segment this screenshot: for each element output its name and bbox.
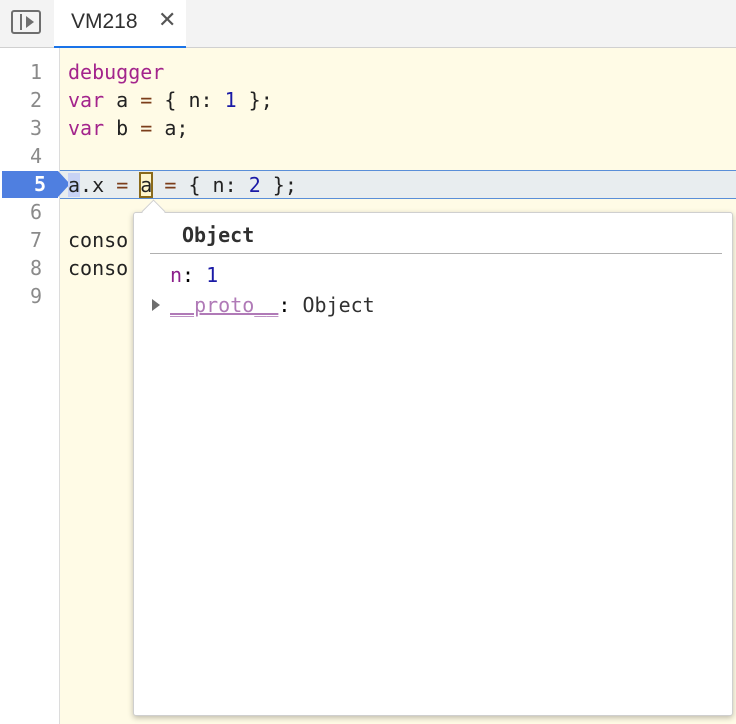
keyword-debugger: debugger: [68, 60, 165, 84]
expand-arrow-icon[interactable]: [152, 299, 160, 311]
operator-assign: =: [140, 116, 153, 140]
code-line-8: conso: [68, 256, 129, 280]
close-icon[interactable]: ✕: [158, 8, 176, 32]
popover-divider: [150, 253, 722, 254]
line-number-7[interactable]: 7: [30, 226, 42, 254]
keyword-var: var: [68, 88, 105, 112]
tab-vm218[interactable]: VM218 ✕: [54, 0, 186, 48]
code-line-1: debugger: [68, 58, 164, 86]
editor-tab-bar: VM218 ✕: [0, 0, 736, 48]
property-separator: :: [278, 293, 303, 317]
property-value: Object: [302, 293, 375, 317]
property-value: 1: [206, 263, 219, 287]
line-number-4[interactable]: 4: [30, 142, 42, 170]
object-preview-popover: Object n: 1 __proto__: Object: [133, 212, 733, 716]
line-number-3[interactable]: 3: [30, 114, 42, 142]
object-close: };: [248, 88, 273, 112]
toggle-navigator-bar: [20, 14, 22, 30]
number-literal: 1: [224, 88, 237, 112]
line-number-8[interactable]: 8: [30, 254, 42, 282]
code-line-5: a.x = a = { n: 2 };: [68, 171, 297, 199]
number-literal: 2: [248, 173, 261, 197]
line-number-2[interactable]: 2: [30, 86, 42, 114]
object-close: };: [272, 173, 297, 197]
code-line-3: var b = a;: [68, 114, 188, 142]
line-number-5: 5: [33, 172, 46, 196]
property-row-proto[interactable]: __proto__: Object: [170, 291, 375, 319]
property-separator: :: [182, 263, 207, 287]
code-line-2: var a = { n: 1 };: [68, 86, 273, 114]
tab-label: VM218: [71, 10, 138, 33]
line-number-1[interactable]: 1: [30, 58, 42, 86]
object-open: { n:: [164, 88, 213, 112]
line-number-9[interactable]: 9: [30, 282, 42, 310]
identifier-a: a: [116, 88, 129, 112]
operator-assign: =: [116, 173, 129, 197]
identifier-a-selected[interactable]: a: [68, 173, 81, 197]
toggle-navigator-arrow: [26, 16, 34, 28]
identifier-a-hovered[interactable]: a: [139, 172, 154, 198]
breakpoint-marker[interactable]: 5: [2, 171, 70, 198]
popover-title: Object: [182, 223, 255, 247]
property-row-n[interactable]: n: 1: [170, 261, 218, 289]
keyword-var: var: [68, 116, 105, 140]
property-key: n: [170, 263, 183, 287]
operator-assign: =: [140, 88, 153, 112]
property-key: __proto__: [170, 293, 279, 317]
operator-assign: =: [164, 173, 177, 197]
toggle-navigator-icon[interactable]: [11, 10, 41, 34]
property-x[interactable]: x: [92, 173, 104, 197]
code-line-7: conso: [68, 228, 129, 252]
line-number-6[interactable]: 6: [30, 198, 42, 226]
identifier-b: b: [116, 116, 129, 140]
identifier-a-ref: a;: [164, 116, 189, 140]
object-open: { n:: [188, 173, 237, 197]
dot-operator: .: [80, 173, 93, 197]
